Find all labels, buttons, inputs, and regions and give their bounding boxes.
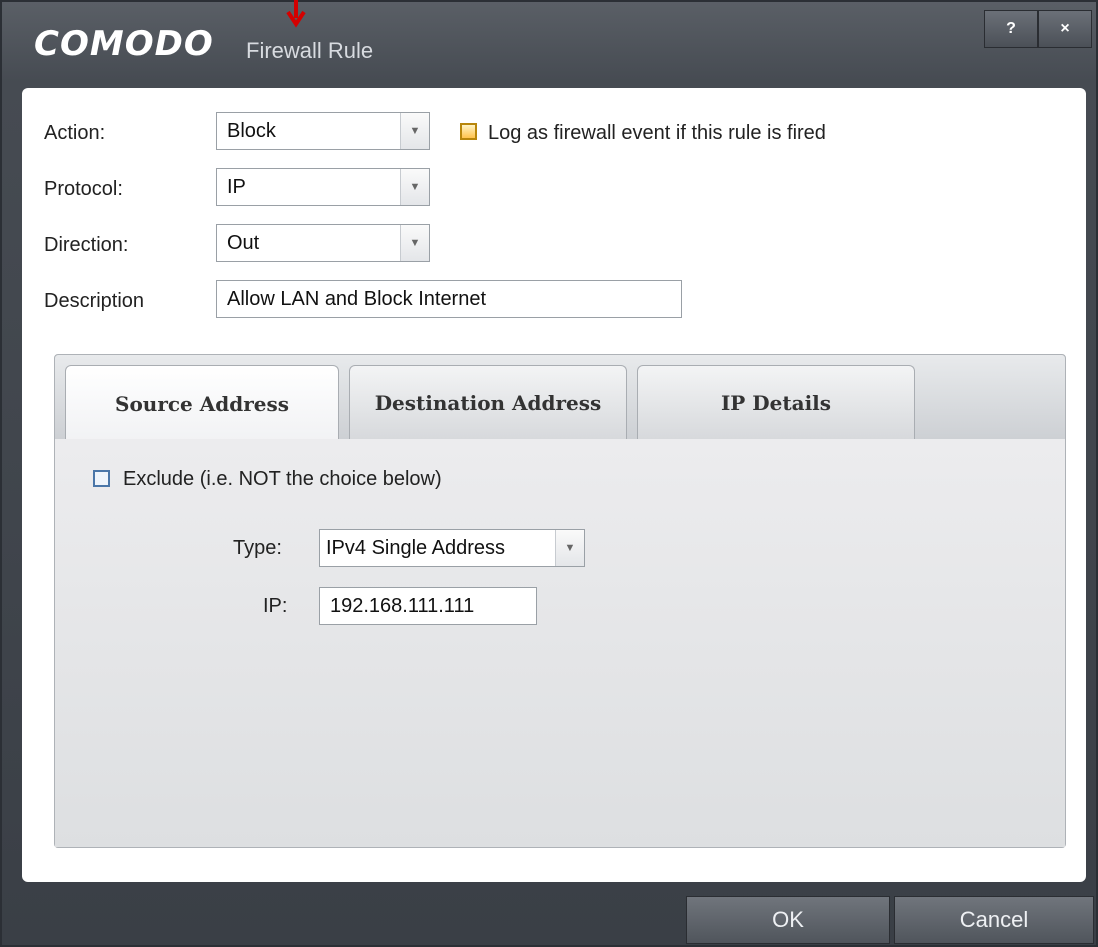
protocol-label: Protocol:	[44, 178, 123, 200]
action-dropdown[interactable]: Block ▼	[216, 112, 430, 150]
window-title: Firewall Rule	[246, 38, 374, 63]
rule-panel: Action: Block ▼ Log as firewall event if…	[22, 88, 1086, 882]
comodo-logo: COMODO	[34, 24, 214, 64]
protocol-value: IP	[227, 176, 246, 198]
red-arrow-icon	[286, 0, 306, 28]
close-button[interactable]: ×	[1038, 10, 1092, 48]
exclude-checkbox[interactable]	[93, 470, 110, 487]
firewall-rule-dialog: COMODO Firewall Rule ? × Action: Block ▼…	[0, 0, 1098, 947]
direction-value: Out	[227, 232, 260, 254]
tab-source-address[interactable]: Source Address	[65, 365, 339, 441]
chevron-down-icon: ▼	[555, 530, 584, 566]
type-label: Type:	[233, 537, 282, 559]
cancel-button[interactable]: Cancel	[894, 896, 1094, 944]
description-field[interactable]: Allow LAN and Block Internet	[216, 280, 682, 318]
title-bar[interactable]: COMODO Firewall Rule ? ×	[2, 0, 1096, 90]
tab-ip-details[interactable]: IP Details	[637, 365, 915, 439]
direction-label: Direction:	[44, 234, 129, 256]
chevron-down-icon: ▼	[400, 113, 429, 149]
log-event-checkbox[interactable]	[460, 123, 477, 140]
action-value: Block	[227, 120, 276, 142]
chevron-down-icon: ▼	[400, 169, 429, 205]
chevron-down-icon: ▼	[400, 225, 429, 261]
description-label: Description	[44, 290, 145, 312]
address-tabs: Source Address Destination Address IP De…	[54, 354, 1066, 848]
action-label: Action:	[44, 122, 106, 144]
source-address-panel: Exclude (i.e. NOT the choice below) Type…	[55, 439, 1065, 847]
tab-strip: Source Address Destination Address IP De…	[55, 355, 1065, 441]
exclude-label[interactable]: Exclude (i.e. NOT the choice below)	[123, 468, 442, 491]
help-button[interactable]: ?	[984, 10, 1038, 48]
type-value: IPv4 Single Address	[326, 537, 505, 559]
ip-label: IP:	[263, 595, 288, 617]
ip-field[interactable]: 192.168.111.111	[319, 587, 537, 625]
ok-button[interactable]: OK	[686, 896, 890, 944]
direction-dropdown[interactable]: Out ▼	[216, 224, 430, 262]
protocol-dropdown[interactable]: IP ▼	[216, 168, 430, 206]
type-dropdown[interactable]: IPv4 Single Address ▼	[319, 529, 585, 567]
tab-destination-address[interactable]: Destination Address	[349, 365, 627, 439]
log-event-label[interactable]: Log as firewall event if this rule is fi…	[488, 122, 826, 145]
window-controls: ? ×	[984, 10, 1092, 48]
